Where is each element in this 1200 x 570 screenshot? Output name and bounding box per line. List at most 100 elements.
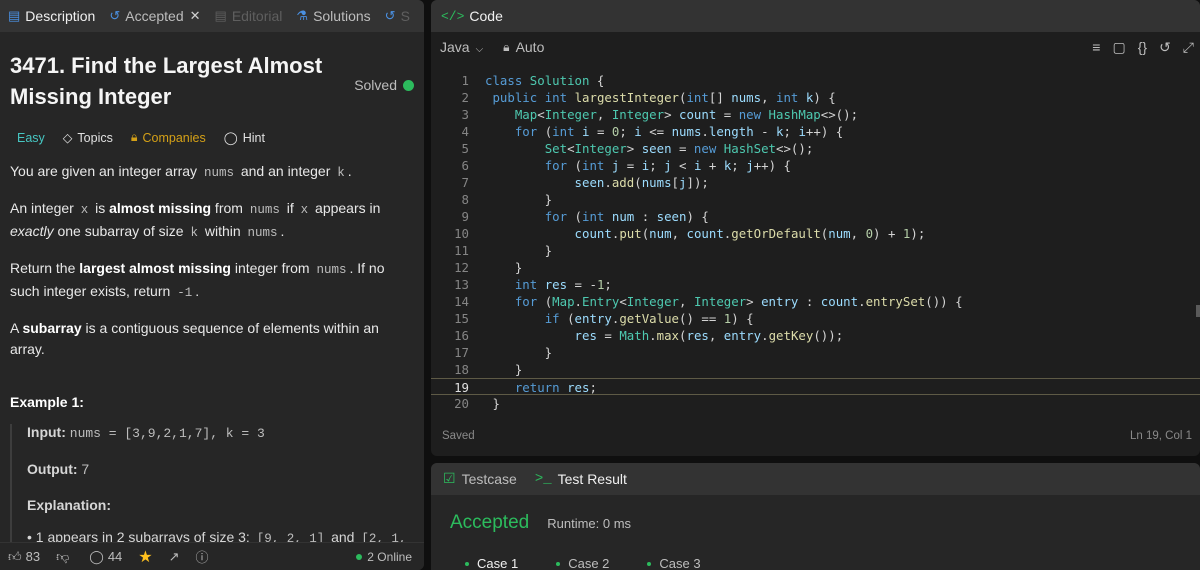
scrollbar[interactable] [1196,305,1200,317]
tab-solutions[interactable]: ⚗ Solutions [296,8,370,24]
code-line[interactable]: 18 } [431,361,1200,378]
code-line[interactable]: 11 } [431,242,1200,259]
code-line[interactable]: 5 Set<Integer> seen = new HashSet<>(); [431,140,1200,157]
desc-paragraph: A subarray is a contiguous sequence of e… [10,320,379,357]
code-line[interactable]: 3 Map<Integer, Integer> count = new Hash… [431,106,1200,123]
dislike-button[interactable]: 👎︎ [56,549,73,565]
code-editor[interactable]: 1 class Solution {2 public int largestInt… [431,72,1200,414]
line-number: 16 [454,328,469,343]
share-icon: ↗ [168,548,180,564]
tab-submissions[interactable]: ↺ S [385,8,410,24]
topics-button[interactable]: ◇ Topics [63,130,113,146]
format-icon[interactable]: ≡ [1092,39,1100,56]
code-line[interactable]: 1 class Solution { [431,72,1200,89]
close-icon[interactable]: ✕ [190,8,201,24]
code-line[interactable]: 16 res = Math.max(res, entry.getKey()); [431,327,1200,344]
tab-test-result[interactable]: >_ Test Result [535,471,627,487]
line-number: 13 [454,277,469,292]
line-number: 20 [454,396,469,411]
line-number: 1 [461,73,469,88]
case-tab-2[interactable]: Case 2 [556,556,609,570]
desc-paragraph: Return the largest almost missing intege… [10,260,385,300]
code-line[interactable]: 10 count.put(num, count.getOrDefault(num… [431,225,1200,242]
code-line[interactable]: 21} [431,412,1200,414]
line-number: 19 [454,380,469,395]
code-icon: </> [441,8,465,24]
tab-description[interactable]: ▤ Description [8,8,95,24]
tab-testcase[interactable]: ☑ Testcase [443,471,517,488]
flask-icon: ⚗ [296,8,309,23]
code-text: class Solution { [485,73,605,88]
problem-panel: ▤ Description ↺ Accepted ✕ ▤ Editorial ⚗… [0,0,424,570]
like-button[interactable]: 👍︎ 83 [8,549,40,565]
code-line[interactable]: 17 } [431,344,1200,361]
lightbulb-icon: ◯ [223,131,238,145]
lock-icon: 🔒︎ [503,39,510,54]
case-tab-1[interactable]: Case 1 [465,556,518,570]
code-text: for (int j = i; j < i + k; j++) { [544,158,791,173]
code-line[interactable]: 20 } [431,395,1200,412]
share-button[interactable]: ↗ [169,549,180,565]
code-text: } [485,345,553,360]
code-line[interactable]: 14 for (Map.Entry<Integer, Integer> entr… [431,293,1200,310]
cursor-position[interactable]: Ln 19, Col 1 [1130,430,1192,442]
code-text: if (entry.getValue() == 1) { [544,311,754,326]
bookmark-icon[interactable]: ▢ [1112,39,1125,56]
line-number: 17 [454,345,469,360]
code-line[interactable]: 8 } [431,191,1200,208]
companies-button[interactable]: 🔒︎ Companies [131,130,206,145]
code-text: } [485,192,553,207]
runtime: Runtime: 0 ms [547,516,632,531]
code-text: public int largestInteger(int[] nums, in… [492,90,836,105]
code-text: } [485,362,523,377]
code-text: return res; [514,380,597,395]
code-text: for (int i = 0; i <= nums.length - k; i+… [514,124,844,139]
code-line[interactable]: 15 if (entry.getValue() == 1) { [431,310,1200,327]
line-number: 15 [454,311,469,326]
reset-icon[interactable]: ↺ [1159,39,1171,56]
code-line[interactable]: 12 } [431,259,1200,276]
line-number: 11 [454,243,469,258]
code-text: for (int num : seen) { [544,209,709,224]
code-line[interactable]: 2 public int largestInteger(int[] nums, … [431,89,1200,106]
favorite-button[interactable]: ★ [138,547,152,567]
code-text: count.put(num, count.getOrDefault(num, 0… [574,226,926,241]
code-line[interactable]: 7 seen.add(nums[j]); [431,174,1200,191]
line-number: 12 [454,260,469,275]
hint-button[interactable]: ◯ Hint [223,130,265,146]
code-text: } [469,412,1200,414]
code-line[interactable]: 19 return res; [431,378,1200,395]
result-tabbar: ☑ Testcase >_ Test Result [431,463,1200,495]
code-text: Map<Integer, Integer> count = new HashMa… [514,107,859,122]
thumbs-down-icon: 👎︎ [56,548,70,564]
code-text: } [485,260,523,275]
history-icon: ↺ [384,8,396,23]
code-line[interactable]: 9 for (int num : seen) { [431,208,1200,225]
check-circle-icon [403,79,414,91]
book-icon: ▤ [214,8,227,23]
tab-editorial[interactable]: ▤ Editorial [215,8,283,24]
braces-icon[interactable]: {} [1138,39,1147,56]
line-number: 18 [454,362,469,377]
line-number: 2 [461,90,469,105]
line-number: 14 [454,294,469,309]
code-line[interactable]: 13 int res = -1; [431,276,1200,293]
code-line[interactable]: 4 for (int i = 0; i <= nums.length - k; … [431,123,1200,140]
case-tab-3[interactable]: Case 3 [647,556,701,570]
line-number: 10 [454,226,469,241]
code-toolbar: Java ⌵ 🔒︎ Auto ≡ ▢ {} ↺ ⤢ [431,32,1200,62]
code-text: res = Math.max(res, entry.getKey()); [574,328,844,343]
expand-icon[interactable]: ⤢ [1183,39,1194,56]
result-status: Accepted [450,512,530,533]
language-select[interactable]: Java ⌵ [440,39,483,55]
code-line[interactable]: 6 for (int j = i; j < i + k; j++) { [431,157,1200,174]
case-tabs: Case 1 Case 2 Case 3 [431,556,1200,570]
problem-title[interactable]: 3471. Find the Largest Almost Missing In… [10,50,340,112]
auto-toggle[interactable]: 🔒︎ Auto [503,39,544,55]
comments-button[interactable]: ◯ 44 [89,549,122,565]
comment-icon: ◯ [89,548,104,564]
tab-accepted[interactable]: ↺ Accepted ✕ [109,8,200,24]
code-panel: </> Code Java ⌵ 🔒︎ Auto ≡ ▢ {} ↺ ⤢ 1 class … [431,0,1200,456]
thumbs-up-icon: 👍︎ [8,548,22,564]
help-button[interactable]: ⓘ [196,547,209,566]
